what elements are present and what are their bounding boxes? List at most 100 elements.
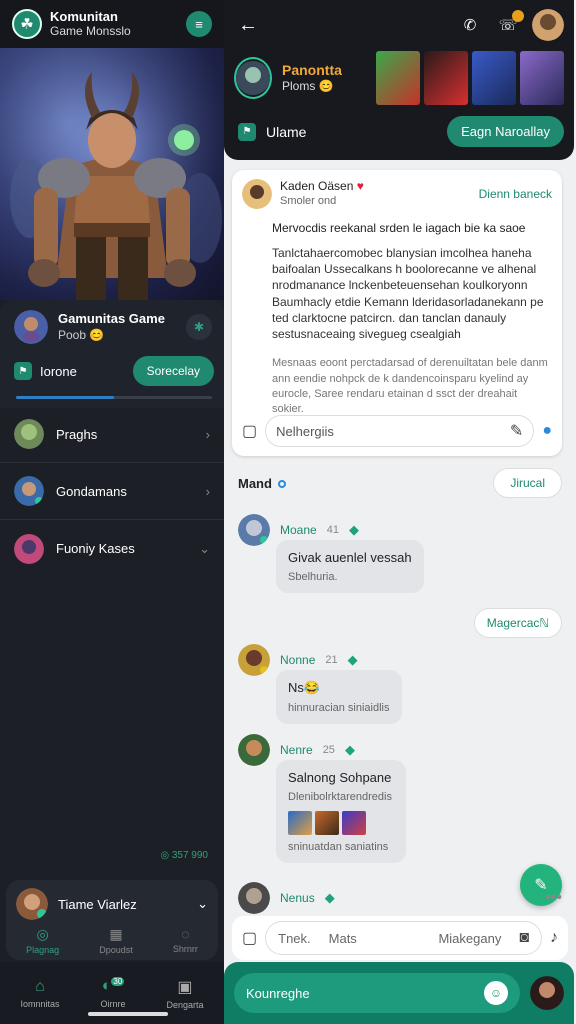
- side-item-praghs[interactable]: Praghs ›: [0, 406, 224, 463]
- chevron-down-icon: ⌄: [199, 540, 210, 556]
- home-icon: ⌂: [35, 977, 45, 995]
- hero-character-art: [0, 48, 224, 300]
- message-sub: hinnuracian siniaidlis: [288, 702, 390, 714]
- side-item-gondamans[interactable]: Gondamans ›: [0, 463, 224, 520]
- community-logo-icon[interactable]: ☘: [12, 9, 42, 39]
- notification-icon[interactable]: ☏: [494, 10, 524, 34]
- footer-user-avatar[interactable]: [16, 888, 48, 920]
- diamond-icon: ◆: [348, 522, 359, 537]
- phone-icon[interactable]: ✆: [456, 16, 484, 34]
- tab-shrnrr[interactable]: ◌ Shrnrr: [173, 926, 198, 955]
- back-arrow-icon[interactable]: ←: [238, 14, 446, 37]
- community-action-button[interactable]: Sorecelay: [132, 356, 214, 386]
- message-sub: Dlenibolrktarendredis: [288, 791, 392, 803]
- message-avatar[interactable]: [238, 734, 270, 766]
- diamond-icon: ◆: [347, 652, 358, 667]
- side-item-fuoniy-kases[interactable]: Fuoniy Kases ⌄: [0, 520, 224, 577]
- bottom-user-avatar[interactable]: [530, 976, 564, 1010]
- fuoniy-avatar: [14, 533, 44, 564]
- action-button[interactable]: Eagn Naroallay: [447, 116, 564, 147]
- message-bubble: Ns😂 hinnuracian siniaidlis: [276, 670, 402, 724]
- nav-chat[interactable]: ◐ 30 Oirnre: [100, 977, 126, 1009]
- menu-icon[interactable]: ≡: [186, 11, 212, 37]
- attachment-icon[interactable]: ▢: [242, 928, 257, 948]
- message-author: Nenus: [280, 891, 315, 905]
- bottom-input-bar: Kounreghe ☺: [224, 962, 574, 1024]
- post-author-avatar[interactable]: [242, 178, 272, 209]
- side-item-label: Fuoniy Kases: [56, 541, 135, 556]
- left-panel: ☘ Komunitan Game Monsslo ≡ Gamunitas Gam…: [0, 0, 224, 1024]
- nav-label: Dengarta: [166, 999, 204, 1010]
- message-sub: Sbelhuria.: [288, 571, 338, 583]
- compass-icon: ◎: [36, 926, 49, 942]
- media-thumb[interactable]: [520, 51, 564, 105]
- message-text: Salnong Sohpane: [288, 770, 392, 785]
- side-item-label: Praghs: [56, 426, 98, 442]
- message-input[interactable]: Tnek. Mats Miakegany ◙: [265, 921, 542, 955]
- media-thumb[interactable]: [288, 811, 312, 835]
- bottom-input-text: Kounreghe: [246, 985, 310, 1001]
- tab-dpoudst[interactable]: ▦ Dpoudst: [99, 926, 133, 955]
- app-subtitle: Game Monsslo: [50, 23, 131, 38]
- message-media: [288, 811, 394, 835]
- status-dot-icon: [277, 479, 286, 488]
- media-thumb[interactable]: [424, 51, 468, 105]
- footer-user-card: Tiame Viarlez ⌄ ◎ Plagnag ▦ Dpoudst ◌ Sh…: [6, 880, 218, 960]
- attachment-icon[interactable]: ▢: [242, 421, 257, 441]
- more-icon[interactable]: •••: [545, 889, 562, 907]
- lock-icon: ▣: [177, 978, 193, 996]
- compose-chip: Mats: [328, 930, 357, 946]
- nav-profile[interactable]: ▣ Dengarta: [166, 977, 203, 1010]
- nav-label: Iomnnitas: [20, 998, 60, 1009]
- tab-plagnag[interactable]: ◎ Plagnag: [26, 926, 59, 955]
- bottom-input[interactable]: Kounreghe ☺: [234, 973, 520, 1013]
- count-label: ◎ 357 990: [160, 850, 208, 861]
- message-author: Nonne: [280, 653, 316, 667]
- location-icon: ◌: [181, 926, 190, 942]
- heart-icon: ♥: [356, 179, 364, 193]
- app-title: Komunitan: [50, 8, 118, 24]
- home-indicator: [88, 1012, 168, 1016]
- community-subtitle: Poob 😊: [58, 327, 105, 342]
- message-text: Givak auenlel vessah: [288, 550, 412, 565]
- camera-icon[interactable]: ◙: [519, 929, 529, 947]
- media-thumb[interactable]: [472, 51, 516, 105]
- follow-link[interactable]: Dienn baneck: [479, 187, 552, 201]
- media-thumb[interactable]: [342, 811, 366, 835]
- message-time: 25: [322, 744, 335, 756]
- media-thumb[interactable]: [315, 811, 339, 835]
- nav-home[interactable]: ⌂ Iomnnitas: [20, 978, 59, 1009]
- community-avatar[interactable]: [14, 310, 48, 344]
- compose-bar: ▢ Tnek. Mats Miakegany ◙ ♪: [232, 916, 568, 960]
- reply-pill[interactable]: Magercacℕ: [473, 608, 562, 638]
- side-item-label: Gondamans: [56, 483, 127, 499]
- header-user-avatar[interactable]: [532, 9, 564, 41]
- edit-icon[interactable]: ✎: [510, 421, 523, 441]
- grid-icon: ▦: [109, 926, 123, 942]
- comment-input[interactable]: Nelhergiis ✎: [265, 415, 535, 447]
- message-avatar[interactable]: [238, 882, 270, 914]
- send-icon[interactable]: ●: [542, 422, 552, 440]
- mic-icon[interactable]: ♪: [550, 929, 558, 947]
- compose-chip: Miakegany: [438, 930, 502, 946]
- section-button[interactable]: Jirucal: [493, 468, 562, 498]
- message-avatar[interactable]: [238, 644, 270, 676]
- chevron-right-icon: ›: [205, 426, 210, 442]
- nav-label: Oirnre: [100, 998, 126, 1009]
- flag-icon: ⚑: [238, 122, 256, 141]
- message-avatar[interactable]: [238, 514, 270, 546]
- chat-message: Nenus ◆ •••: [238, 882, 562, 914]
- profile-name: Panontta: [282, 62, 342, 79]
- media-thumb[interactable]: [376, 51, 420, 105]
- message-text: Ns😂: [288, 680, 321, 695]
- profile-icon[interactable]: ☺: [484, 981, 508, 1005]
- progress-bar: [16, 396, 212, 399]
- compose-chip: Tnek.: [278, 930, 311, 946]
- profile-avatar-ring[interactable]: [234, 57, 272, 99]
- right-panel: ← ✆ ☏ Panontta Ploms 😊 ⚑ Ulame Eagn Naro…: [224, 0, 576, 1024]
- post-body: Tanlctahaercomobec blanysian imcolhea ha…: [272, 246, 544, 341]
- pin-icon[interactable]: ✱: [186, 314, 212, 340]
- action-label: Ulame: [266, 123, 307, 140]
- media-thumbnails: [376, 51, 564, 105]
- chevron-down-icon[interactable]: ⌄: [197, 896, 208, 912]
